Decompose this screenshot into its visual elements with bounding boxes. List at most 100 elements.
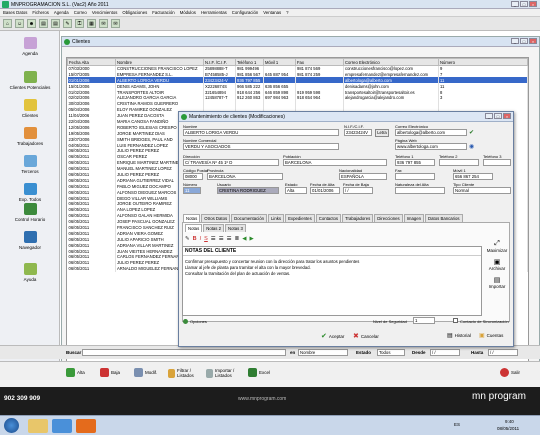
accept-button[interactable]: ✔ Aceptar (321, 332, 344, 340)
tab-4[interactable]: Expedientes (285, 214, 315, 222)
baja-button[interactable]: Baja (100, 368, 120, 377)
close-button[interactable]: × (503, 113, 511, 119)
sidebar-item[interactable]: Control Horario (0, 203, 60, 222)
menu-item[interactable]: Obligaciones (122, 10, 147, 15)
import-notes-button[interactable]: ▤ Importar (484, 276, 510, 289)
tab-1[interactable]: Otros Datos (201, 214, 231, 222)
app-taskbar-icon[interactable] (76, 419, 96, 433)
minimize-button[interactable]: _ (511, 38, 519, 44)
history-button[interactable]: ▤ Historial (447, 332, 471, 339)
exit-button[interactable]: Salir (500, 368, 520, 377)
nivel-select[interactable]: 1 (413, 317, 435, 324)
grid-icon[interactable]: ▦ (87, 19, 96, 28)
align-left-icon[interactable]: ☰ (211, 236, 216, 242)
maximize-button[interactable]: □ (520, 38, 528, 44)
tab-5[interactable]: Contactos (315, 214, 342, 222)
tab-2[interactable]: Documentación (231, 214, 268, 222)
user-icon[interactable]: ☻ (27, 19, 36, 28)
print-icon[interactable]: ▤ (39, 19, 48, 28)
column-header[interactable]: Nombre (115, 58, 204, 66)
poblacion-input[interactable]: BARCELONA (283, 159, 387, 166)
language-indicator[interactable]: ES (454, 422, 460, 427)
filter-button[interactable]: Filtrar / Listados (168, 368, 202, 378)
excel-button[interactable]: Excel (248, 368, 270, 377)
pencil-icon[interactable]: ✎ (63, 19, 72, 28)
accounts-button[interactable]: ▣ Cuentas (479, 332, 503, 339)
print-icon[interactable]: ▤ (51, 19, 60, 28)
menu-item[interactable]: Herramientas (201, 10, 227, 15)
menu-item[interactable]: Ventanas (263, 10, 281, 15)
browser-taskbar-icon[interactable] (52, 419, 72, 433)
column-header[interactable]: Teléfono 1 (235, 58, 264, 66)
close-button[interactable]: × (529, 38, 537, 44)
sidebar-item[interactable]: Terceros (0, 155, 60, 174)
notes-textarea[interactable]: NOTAS DEL CLIENTE Confirmar presupuesto … (182, 246, 482, 316)
direccion-input[interactable]: C/ TRAVESÍA Nº 45 1º D (183, 159, 279, 166)
mail-icon[interactable]: ✉ (111, 19, 120, 28)
email-send-icon[interactable]: ✔ (469, 129, 474, 136)
bold-icon[interactable]: B (193, 236, 197, 242)
usuario-input[interactable]: CRISTINA RODRIGUEZ (217, 187, 279, 194)
sidebar-item[interactable]: Navegador (0, 231, 60, 250)
arrow-right-icon[interactable]: ▶ (249, 236, 253, 242)
tab-9[interactable]: Datos Bancarios (425, 214, 463, 222)
menu-item[interactable]: Correo (74, 10, 87, 15)
movil-input[interactable]: 656 867 254 (453, 173, 493, 180)
arrow-left-icon[interactable]: ◀ (242, 236, 246, 242)
menu-item[interactable]: Facturación (152, 10, 174, 15)
column-header[interactable]: N.I.F. /C.I.F. (203, 58, 236, 66)
tel3-input[interactable] (483, 159, 511, 166)
web-input[interactable]: www.albertologa.com (395, 143, 467, 150)
italic-icon[interactable]: I (200, 236, 202, 242)
search-input[interactable] (82, 349, 286, 356)
underline-icon[interactable]: S (204, 236, 208, 242)
subtab-0[interactable]: Notas (185, 224, 203, 232)
home-icon[interactable]: ⌂ (3, 19, 12, 28)
tab-7[interactable]: Direcciones (374, 214, 403, 222)
desde-input[interactable]: / / (430, 349, 460, 356)
subtab-2[interactable]: Notas 3 (225, 224, 246, 232)
menu-item[interactable]: Módulos (180, 10, 196, 15)
letra-button[interactable]: Letra (375, 129, 389, 137)
cp-input[interactable]: 08000 (183, 173, 203, 180)
people-icon[interactable]: ☺ (15, 19, 24, 28)
archive-button[interactable]: ▣ Archivar (484, 258, 510, 271)
sidebar-item[interactable]: Exp. Todos (0, 183, 60, 202)
align-center-icon[interactable]: ☰ (219, 236, 224, 242)
maximize-button[interactable]: □ (520, 1, 528, 7)
list-icon[interactable]: ≣ (235, 236, 240, 242)
naturaleza-select[interactable] (395, 187, 445, 194)
mail-icon[interactable]: ✉ (99, 19, 108, 28)
minimize-button[interactable]: _ (511, 1, 519, 7)
folder-taskbar-icon[interactable] (28, 419, 48, 433)
web-open-icon[interactable]: ◉ (469, 143, 474, 150)
email-input[interactable]: albertologa@alberto.com (395, 129, 467, 136)
maximize-notes-button[interactable]: ⤢ Maximizar (484, 240, 510, 253)
column-header[interactable]: Móvil 1 (263, 58, 296, 66)
sidebar-item[interactable]: Clientes (0, 99, 60, 118)
start-button[interactable] (4, 418, 19, 433)
provincia-input[interactable]: BARCELONA (207, 173, 283, 180)
alta-button[interactable]: Alta (66, 368, 85, 377)
sync-checkbox[interactable] (453, 318, 458, 323)
comercial-input[interactable]: VERDU Y ASOCIADOS (183, 143, 339, 150)
import-button[interactable]: Importar / Listados (206, 368, 244, 378)
cancel-button[interactable]: ✖ Cancelar (353, 332, 379, 340)
key-icon[interactable]: ⚿ (75, 19, 84, 28)
estado-select[interactable]: Todos (377, 349, 405, 356)
fecha-baja-input[interactable]: / / (343, 187, 373, 194)
menu-item[interactable]: Ficheros (32, 10, 48, 15)
sidebar-item[interactable]: Ayuda (0, 263, 60, 282)
nacionalidad-input[interactable]: ESPAÑOLA (339, 173, 387, 180)
minimize-button[interactable]: _ (485, 113, 493, 119)
dialog-options-label[interactable]: Opciones (190, 319, 207, 324)
subtab-1[interactable]: Notas 2 (203, 224, 225, 232)
tab-3[interactable]: Links (268, 214, 285, 222)
maximize-button[interactable]: □ (494, 113, 502, 119)
column-header[interactable]: Fax (295, 58, 344, 66)
options-icon[interactable] (183, 319, 188, 324)
tel2-input[interactable] (439, 159, 479, 166)
column-header[interactable]: Número (438, 58, 528, 66)
menu-item[interactable]: Configuración (232, 10, 259, 15)
tab-6[interactable]: Trabajadores (342, 214, 374, 222)
